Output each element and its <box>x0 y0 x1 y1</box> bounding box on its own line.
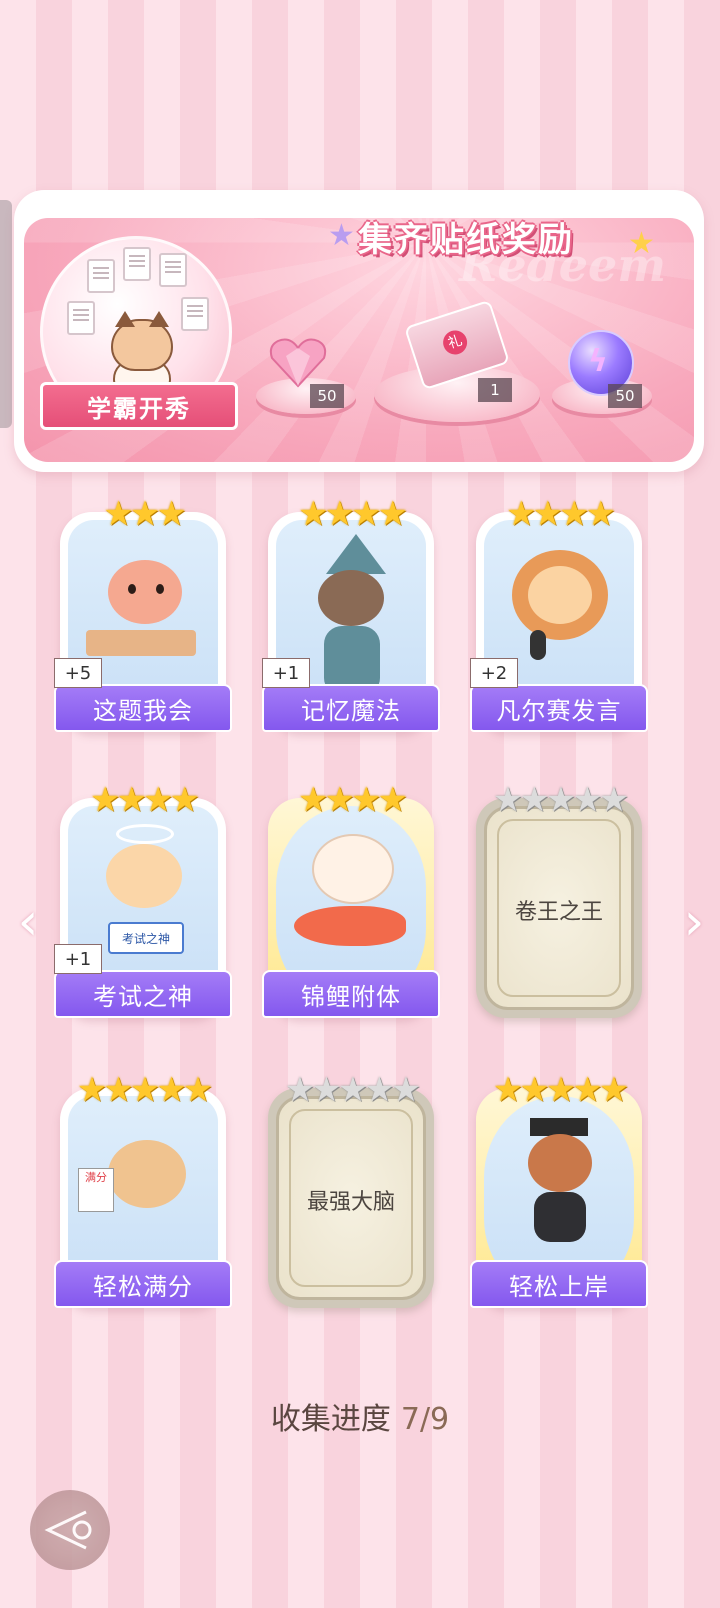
sticker-name: 凡尔赛发言 <box>470 684 648 732</box>
exam-god-sign: 考试之神 <box>108 922 184 954</box>
sticker-card[interactable]: ★★★★ 锦鲤附体 <box>262 780 440 1018</box>
count-badge: +1 <box>262 658 310 688</box>
star-rating: ★★★★ <box>298 494 408 534</box>
back-arrow-icon <box>44 1510 92 1550</box>
star-rating: ★★★★ <box>90 780 200 820</box>
eye <box>128 584 136 594</box>
desk-icon <box>86 630 196 656</box>
sticker-name: 记忆魔法 <box>262 684 440 732</box>
feature-label: 学霸开秀 <box>40 382 238 430</box>
full-score-paper: 满分 <box>78 1168 114 1212</box>
cat-character-icon <box>106 844 182 908</box>
side-drawer-handle[interactable] <box>0 200 12 428</box>
sticker-card[interactable]: ★★★★ +1 记忆魔法 <box>262 494 440 732</box>
koi-fish-icon <box>294 906 406 946</box>
graduation-gown <box>534 1192 586 1242</box>
exam-paper-icon <box>87 259 115 293</box>
eye <box>156 584 164 594</box>
pink-heart-gem-icon <box>269 338 327 388</box>
puppy-character-icon <box>108 1140 186 1208</box>
banner-title: 集齐贴纸奖励 <box>358 219 574 260</box>
sticker-card[interactable]: ★★★★ +2 凡尔赛发言 <box>470 494 648 732</box>
sticker-card[interactable]: ★★★★★ 轻松上岸 <box>470 1070 648 1308</box>
sticker-card-locked[interactable]: 最强大脑 ★★★★★ <box>268 1070 434 1308</box>
reward-qty: 1 <box>478 378 512 402</box>
sticker-card[interactable]: ★★★ +5 这题我会 <box>54 494 232 732</box>
reward-qty: 50 <box>608 384 642 408</box>
exam-paper-icon <box>67 301 95 335</box>
reward-qty: 50 <box>310 384 344 408</box>
exam-paper-icon <box>181 297 209 331</box>
star-rating: ★★★★★ <box>76 1070 213 1110</box>
star-rating: ★★★★★ <box>284 1070 421 1110</box>
wizard-hat-icon <box>326 534 386 574</box>
sticker-name: 这题我会 <box>54 684 232 732</box>
gold-star-icon: ★ <box>628 226 655 261</box>
locked-card-frame: 最强大脑 <box>268 1088 434 1308</box>
sticker-card[interactable]: 考试之神 ★★★★ +1 考试之神 <box>54 780 232 1018</box>
star-rating: ★★★★ <box>506 494 616 534</box>
chevron-left-icon[interactable]: ‹ <box>8 894 48 950</box>
otter-character-icon <box>318 570 384 626</box>
polar-bear-character-icon <box>312 834 394 904</box>
count-badge: +2 <box>470 658 518 688</box>
exam-paper-icon <box>159 253 187 287</box>
progress-label: 收集进度 <box>270 1402 391 1437</box>
count-badge: +5 <box>54 658 102 688</box>
count-badge: +1 <box>54 944 102 974</box>
exam-paper-icon <box>123 247 151 281</box>
star-rating: ★★★★ <box>298 780 408 820</box>
star-rating: ★★★★★ <box>492 1070 629 1110</box>
lion-character-icon <box>528 566 592 624</box>
progress-value: 7/9 <box>400 1402 450 1437</box>
sticker-card[interactable]: 满分 ★★★★★ 轻松满分 <box>54 1070 232 1308</box>
locked-card-frame: 卷王之王 <box>476 798 642 1018</box>
chevron-right-icon[interactable]: › <box>674 894 714 950</box>
sticker-card-locked[interactable]: 卷王之王 ★★★★★ <box>476 780 642 1018</box>
sticker-name: 考试之神 <box>54 970 232 1018</box>
collection-progress: 收集进度 7/9 <box>0 1394 720 1438</box>
sticker-name: 轻松上岸 <box>470 1260 648 1308</box>
sticker-name: 卷王之王 <box>514 900 603 925</box>
squirrel-character-icon <box>528 1134 592 1192</box>
star-rating: ★★★★★ <box>492 780 629 820</box>
cat-character-icon <box>111 311 173 371</box>
star-rating: ★★★ <box>103 494 186 534</box>
sticker-name: 锦鲤附体 <box>262 970 440 1018</box>
microphone-icon <box>530 630 546 660</box>
sticker-name: 最强大脑 <box>306 1190 395 1215</box>
halo-icon <box>116 824 174 844</box>
sticker-name: 轻松满分 <box>54 1260 232 1308</box>
back-button[interactable] <box>30 1490 110 1570</box>
bear-character-icon <box>108 560 182 624</box>
